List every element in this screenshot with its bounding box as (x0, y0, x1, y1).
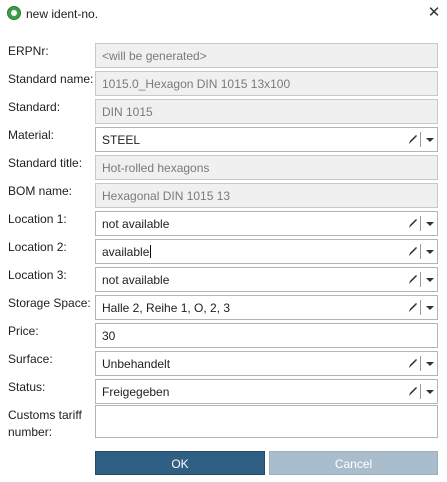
storage-space-select[interactable]: Halle 2, Reihe 1, O, 2, 3 (95, 295, 438, 320)
erpnr-label: ERPNr: (8, 44, 49, 58)
price-input[interactable]: 30 (95, 323, 438, 348)
material-select[interactable]: STEEL (95, 127, 438, 152)
location3-select[interactable]: not available (95, 267, 438, 292)
surface-value: Unbehandelt (102, 357, 171, 371)
standard-name-value: 1015.0_Hexagon DIN 1015 13x100 (102, 77, 291, 91)
pencil-icon[interactable] (406, 299, 418, 316)
location1-select[interactable]: not available (95, 211, 438, 236)
pencil-icon[interactable] (406, 243, 418, 260)
separator (420, 384, 421, 399)
erpnr-value: <will be generated> (102, 49, 207, 63)
pencil-icon[interactable] (406, 215, 418, 232)
status-select[interactable]: Freigegeben (95, 379, 438, 404)
surface-controls (406, 355, 435, 372)
location1-label: Location 1: (8, 212, 67, 226)
title-bar: new ident-no. ✕ (0, 0, 447, 28)
chevron-down-icon[interactable] (424, 383, 435, 400)
standard-title-label: Standard title: (8, 156, 83, 170)
standard-value: DIN 1015 (102, 105, 153, 119)
standard-title-value: Hot-rolled hexagons (102, 161, 210, 175)
separator (420, 132, 421, 147)
separator (420, 300, 421, 315)
storage-space-value: Halle 2, Reihe 1, O, 2, 3 (102, 301, 231, 315)
chevron-down-icon[interactable] (424, 215, 435, 232)
location2-value-wrap: available (102, 245, 152, 259)
text-cursor (150, 245, 152, 258)
status-label: Status: (8, 380, 46, 394)
bom-name-field: Hexagonal DIN 1015 13 (95, 183, 438, 208)
customs-tariff-label-2: number: (8, 425, 53, 439)
standard-name-label: Standard name: (8, 72, 94, 86)
location3-label: Location 3: (8, 268, 67, 282)
bom-name-value: Hexagonal DIN 1015 13 (102, 189, 231, 203)
location2-label: Location 2: (8, 240, 67, 254)
standard-label: Standard: (8, 100, 61, 114)
location3-controls (406, 271, 435, 288)
status-value: Freigegeben (102, 385, 170, 399)
erpnr-field: <will be generated> (95, 43, 438, 68)
pencil-icon[interactable] (406, 383, 418, 400)
pencil-icon[interactable] (406, 131, 418, 148)
material-value: STEEL (102, 133, 141, 147)
surface-label: Surface: (8, 352, 53, 366)
customs-tariff-label-1: Customs tariff (8, 408, 82, 422)
customs-tariff-input[interactable] (95, 405, 438, 438)
close-icon[interactable]: ✕ (425, 4, 443, 22)
chevron-down-icon[interactable] (424, 271, 435, 288)
chevron-down-icon[interactable] (424, 355, 435, 372)
location3-value: not available (102, 273, 170, 287)
standard-title-field: Hot-rolled hexagons (95, 155, 438, 180)
material-label: Material: (8, 128, 55, 142)
pencil-icon[interactable] (406, 271, 418, 288)
standard-name-field: 1015.0_Hexagon DIN 1015 13x100 (95, 71, 438, 96)
bom-name-label: BOM name: (8, 184, 73, 198)
location2-select[interactable]: available (95, 239, 438, 264)
ok-button[interactable]: OK (95, 451, 265, 475)
price-value: 30 (102, 329, 116, 343)
surface-select[interactable]: Unbehandelt (95, 351, 438, 376)
chevron-down-icon[interactable] (424, 299, 435, 316)
app-gear-icon (7, 6, 21, 20)
material-controls (406, 131, 435, 148)
location2-controls (406, 243, 435, 260)
location1-controls (406, 215, 435, 232)
price-label: Price: (8, 324, 39, 338)
standard-field: DIN 1015 (95, 99, 438, 124)
location2-value: available (102, 245, 150, 259)
separator (420, 216, 421, 231)
chevron-down-icon[interactable] (424, 243, 435, 260)
separator (420, 272, 421, 287)
separator (420, 356, 421, 371)
chevron-down-icon[interactable] (424, 131, 435, 148)
pencil-icon[interactable] (406, 355, 418, 372)
storage-space-controls (406, 299, 435, 316)
location1-value: not available (102, 217, 170, 231)
storage-space-label: Storage Space: (8, 296, 91, 310)
separator (420, 244, 421, 259)
cancel-button[interactable]: Cancel (269, 451, 438, 475)
window-title: new ident-no. (26, 7, 99, 21)
status-controls (406, 383, 435, 400)
